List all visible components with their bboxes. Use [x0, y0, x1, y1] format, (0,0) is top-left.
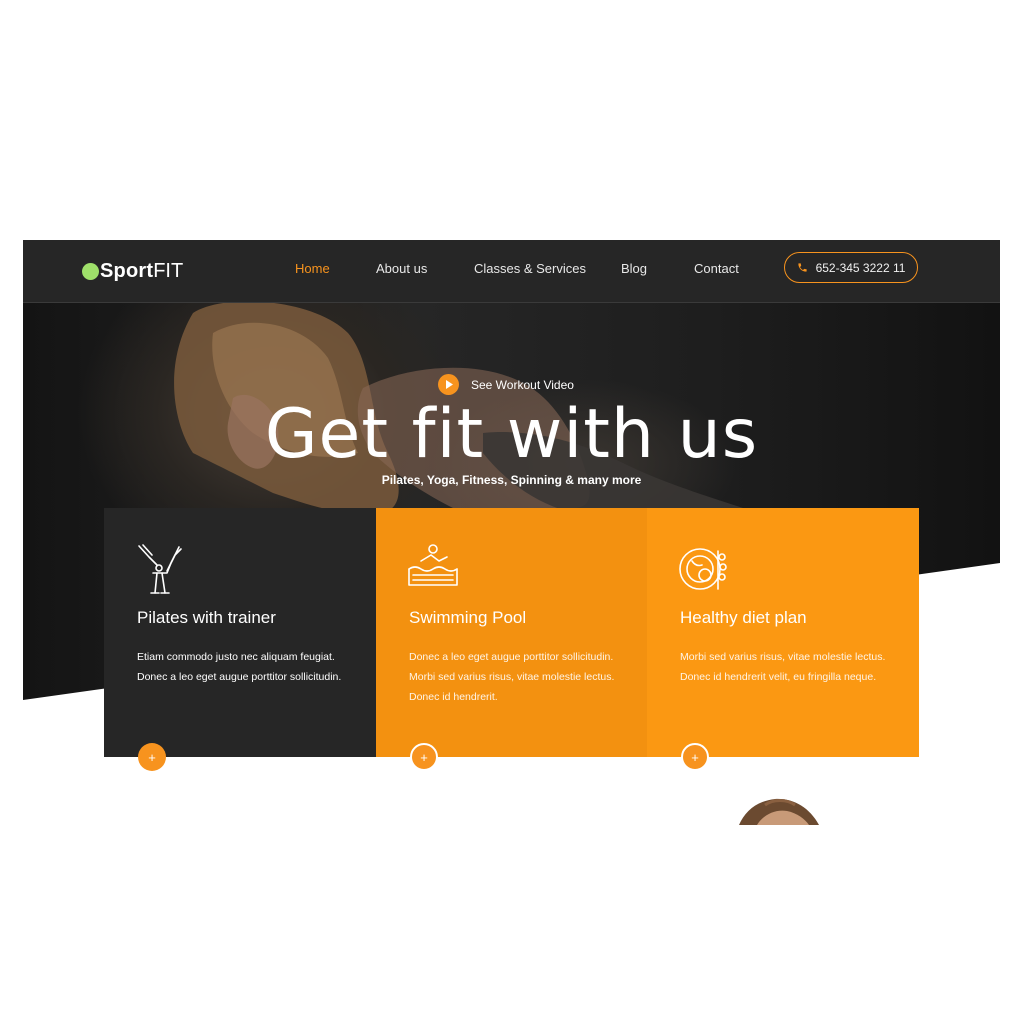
plus-button[interactable]: + — [410, 743, 438, 771]
video-link-label: See Workout Video — [471, 377, 574, 392]
logo-dot-icon — [82, 262, 99, 280]
card-healthy-diet: Healthy diet plan Morbi sed varius risus… — [647, 508, 919, 771]
card-swimming-pool: Swimming Pool Donec a leo eget augue por… — [376, 508, 647, 771]
card-text: Morbi sed varius risus, vitae molestie l… — [680, 651, 886, 683]
nav-item-classes-services[interactable]: Classes & Services — [474, 261, 586, 276]
phone-icon — [797, 263, 807, 272]
website-preview: Sport FIT Home About us Classes & Servic… — [23, 240, 1000, 825]
phone-button[interactable]: 652-345 3222 11 — [784, 252, 918, 283]
site-header: Sport FIT Home About us Classes & Servic… — [23, 240, 1000, 303]
phone-number: 652-345 3222 11 — [815, 260, 906, 275]
card-title: Healthy diet plan — [680, 608, 807, 627]
services-cards: Pilates with trainer Etiam commodo justo… — [104, 508, 919, 771]
swimming-icon — [408, 544, 458, 586]
card-title: Pilates with trainer — [137, 608, 276, 627]
play-icon — [438, 374, 459, 395]
hero-subtitle: Pilates, Yoga, Fitness, Spinning & many … — [381, 473, 642, 487]
card-title: Swimming Pool — [409, 608, 527, 627]
nav-item-about-us[interactable]: About us — [376, 261, 427, 276]
logo-sport-text: Sport — [100, 259, 154, 282]
diet-icon — [679, 548, 727, 590]
card-pilates: Pilates with trainer Etiam commodo justo… — [104, 508, 376, 771]
card-text: Etiam commodo justo nec aliquam feugiat.… — [137, 651, 342, 683]
plus-button[interactable]: + — [681, 743, 709, 771]
logo[interactable]: Sport FIT — [82, 256, 183, 286]
see-workout-video-link[interactable]: See Workout Video — [438, 374, 574, 395]
pilates-icon — [138, 544, 182, 594]
plus-button[interactable]: + — [138, 743, 166, 771]
trainer-photo-partial — [739, 798, 819, 825]
logo-fit-text: FIT — [153, 259, 184, 282]
nav-item-contact[interactable]: Contact — [694, 261, 739, 276]
hero-title: Get fit with us — [264, 395, 759, 474]
nav-item-home[interactable]: Home — [295, 261, 330, 276]
card-text: Donec a leo eget augue porttitor sollici… — [409, 651, 615, 703]
nav-item-blog[interactable]: Blog — [621, 261, 647, 276]
